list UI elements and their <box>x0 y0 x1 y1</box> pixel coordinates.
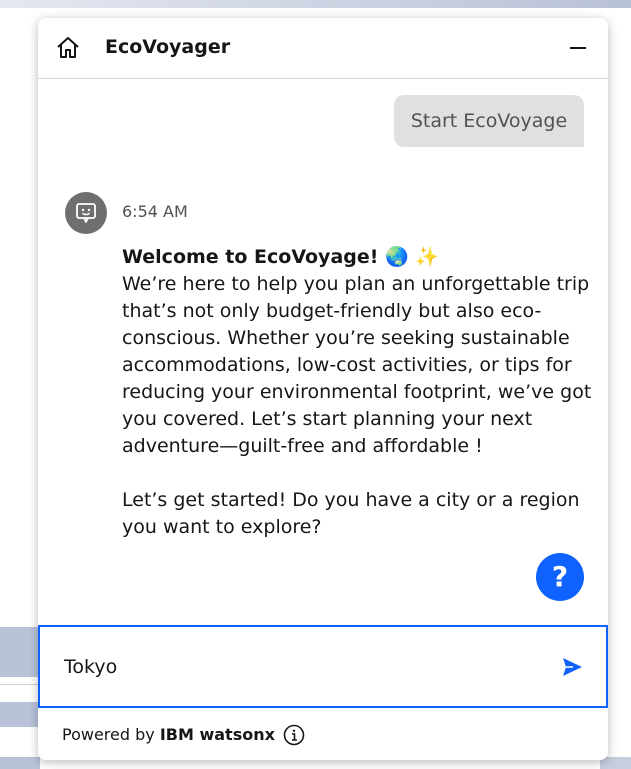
home-icon[interactable] <box>54 34 82 62</box>
background-block <box>0 627 40 677</box>
send-icon[interactable] <box>560 655 584 679</box>
brand-name: IBM watsonx <box>159 725 275 744</box>
minimize-icon[interactable] <box>564 34 592 62</box>
powered-by-label: Powered by <box>62 725 155 744</box>
chat-header: EcoVoyager <box>38 18 608 79</box>
chat-bot-icon <box>65 192 107 234</box>
bot-message-heading: Welcome to EcoVoyage! 🌏 ✨ <box>122 246 439 268</box>
background-divider <box>0 684 40 685</box>
message-composer <box>38 625 608 708</box>
bot-message-body: We’re here to help you plan an unforgett… <box>122 273 592 457</box>
background-top-bar <box>0 0 631 8</box>
background-block <box>0 702 40 727</box>
chat-widget: EcoVoyager Start EcoVoyage 6:54 AM Welco… <box>38 18 608 760</box>
help-button[interactable]: ? <box>536 553 584 601</box>
message-input[interactable] <box>62 647 536 687</box>
message-timestamp: 6:54 AM <box>122 202 188 221</box>
background-block <box>0 757 40 769</box>
powered-by-footer: Powered by IBM watsonx <box>62 725 275 744</box>
chat-title: EcoVoyager <box>105 36 231 58</box>
bot-message: Welcome to EcoVoyage! 🌏 ✨ We’re here to … <box>122 244 594 541</box>
bot-message-follow-up: Let’s get started! Do you have a city or… <box>122 489 580 538</box>
info-icon[interactable] <box>283 724 305 746</box>
user-message-bubble: Start EcoVoyage <box>394 95 584 147</box>
background-block <box>600 757 631 769</box>
